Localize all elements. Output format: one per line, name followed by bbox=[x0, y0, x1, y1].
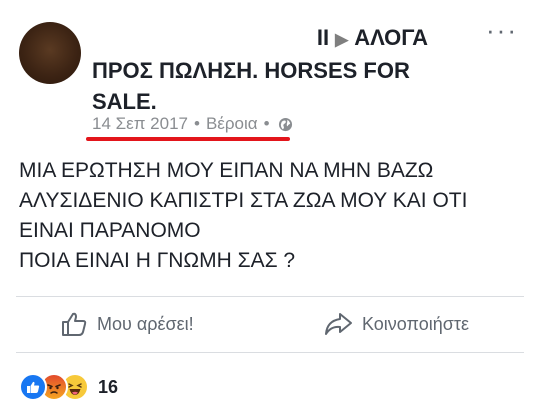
share-label: Κοινοποιήστε bbox=[362, 313, 469, 334]
group-name[interactable]: ΠΡΟΣ ΠΩΛΗΣΗ. HORSES FOR SALE. bbox=[92, 58, 410, 114]
post-body-line: ΠΟΙΑ ΕΙΝΑΙ Η ΓΝΩΜΗ ΣΑΣ ? bbox=[19, 249, 296, 272]
globe-icon[interactable] bbox=[278, 117, 293, 132]
like-button[interactable]: Μου αρέσει! bbox=[60, 303, 194, 345]
post-location[interactable]: Βέροια bbox=[206, 114, 258, 134]
meta-separator: • bbox=[194, 114, 200, 133]
author-prefix[interactable]: II bbox=[317, 25, 329, 50]
post-actions: Μου αρέσει! Κοινοποιήστε bbox=[0, 303, 540, 345]
like-icon bbox=[19, 373, 47, 401]
post-date[interactable]: 14 Σεπ 2017 bbox=[92, 114, 188, 134]
facebook-post: II ▶ ΑΛΟΓΑ ΠΡΟΣ ΠΩΛΗΣΗ. HORSES FOR SALE. ·… bbox=[0, 0, 540, 417]
like-label: Μου αρέσει! bbox=[97, 313, 194, 334]
post-header: II ▶ ΑΛΟΓΑ ΠΡΟΣ ΠΩΛΗΣΗ. HORSES FOR SALE. bbox=[92, 22, 442, 117]
share-button[interactable]: Κοινοποιήστε bbox=[323, 303, 469, 345]
arrow-right-icon: ▶ bbox=[335, 30, 349, 49]
header-row-1: II ▶ ΑΛΟΓΑ bbox=[92, 22, 442, 55]
share-arrow-icon bbox=[323, 310, 353, 338]
post-body-line: ΑΛΥΣΙΔΕΝΙΟ ΚΑΠΙΣΤΡΙ ΣΤΑ ΖΩΑ ΜΟΥ ΚΑΙ ΟΤΙ bbox=[19, 189, 468, 212]
post-meta: 14 Σεπ 2017 • Βέροια • bbox=[92, 114, 293, 134]
reactions-summary[interactable]: 16 bbox=[19, 373, 118, 401]
thumbs-up-icon bbox=[60, 310, 88, 338]
more-options-button[interactable]: ··· bbox=[486, 17, 518, 43]
group-tag[interactable]: ΑΛΟΓΑ bbox=[354, 25, 428, 50]
post-body-line: ΜΙΑ ΕΡΩΤΗΣΗ ΜΟΥ ΕΙΠΑΝ ΝΑ ΜΗΝ ΒΑΖΩ bbox=[19, 159, 434, 182]
post-body: ΜΙΑ ΕΡΩΤΗΣΗ ΜΟΥ ΕΙΠΑΝ ΝΑ ΜΗΝ ΒΑΖΩ ΑΛΥΣΙΔ… bbox=[19, 156, 524, 276]
meta-separator-2: • bbox=[263, 114, 270, 133]
post-body-line: ΕΙΝΑΙ ΠΑΡΑΝΟΜΟ bbox=[19, 219, 201, 242]
divider-top bbox=[16, 296, 524, 297]
divider-bottom bbox=[16, 352, 524, 353]
avatar[interactable] bbox=[19, 22, 81, 84]
reaction-count[interactable]: 16 bbox=[98, 377, 118, 398]
red-underline-annotation bbox=[86, 137, 290, 141]
